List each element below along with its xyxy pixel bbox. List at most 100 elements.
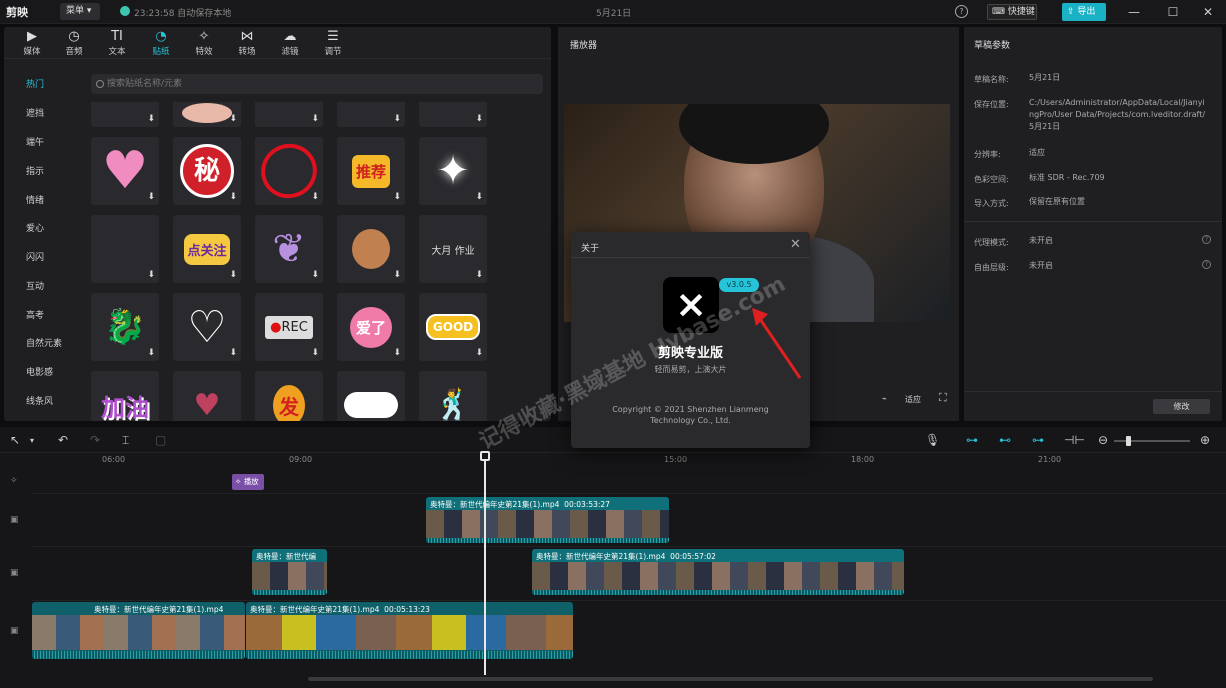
shortcut-button[interactable]: ⌨ 快捷键 <box>987 4 1037 20</box>
download-icon[interactable]: ⬇ <box>147 270 155 280</box>
playhead[interactable] <box>484 455 486 675</box>
close-icon[interactable]: ✕ <box>1200 4 1216 20</box>
category-item[interactable]: 指示 <box>26 164 44 177</box>
zoom-out-icon[interactable]: ⊖ <box>1098 433 1108 447</box>
sticker-item[interactable]: ✦ ⬇ <box>419 137 487 205</box>
download-icon[interactable]: ⬇ <box>311 114 319 124</box>
search-input[interactable]: 搜索贴纸名称/元素 <box>91 74 543 94</box>
category-item[interactable]: 爱心 <box>26 221 44 234</box>
sticker-item[interactable]: 秘 ⬇ <box>173 137 241 205</box>
download-icon[interactable]: ⬇ <box>393 270 401 280</box>
split-icon[interactable]: ⌶ <box>122 433 129 448</box>
delete-icon[interactable]: ▢ <box>155 433 166 447</box>
sticker-item[interactable]: 推荐 ⬇ <box>337 137 405 205</box>
category-item[interactable]: 热门 <box>26 77 44 90</box>
time-ruler[interactable]: 06:00 09:00 15:00 18:00 21:00 <box>32 453 1226 467</box>
modify-button[interactable]: 修改 <box>1153 399 1210 414</box>
download-icon[interactable]: ⬇ <box>229 270 237 280</box>
sticker-item[interactable]: ♥ ⬇ <box>91 137 159 205</box>
sticker-item[interactable]: 发 <box>255 371 323 421</box>
sticker-item[interactable] <box>337 371 405 421</box>
category-item[interactable]: 自然元素 <box>26 336 62 349</box>
chevron-down-icon[interactable]: ▾ <box>30 436 34 445</box>
download-icon[interactable]: ⬇ <box>311 348 319 358</box>
video-clip[interactable]: 奥特曼：新世代编年史第21集(1).mp4 00:03:53:27 <box>426 497 669 543</box>
sticker-item[interactable]: ⬇ <box>173 102 241 127</box>
main-track-clip[interactable]: 奥特曼：新世代编年史第21集(1).mp4 00:05:13:23 <box>246 602 573 659</box>
category-item[interactable]: 电影感 <box>26 365 53 378</box>
redo-icon[interactable]: ↷ <box>90 433 100 447</box>
info-icon[interactable]: ? <box>1202 235 1211 244</box>
sticker-item[interactable]: 点关注 ⬇ <box>173 215 241 283</box>
download-icon[interactable]: ⬇ <box>475 270 483 280</box>
menu-button[interactable]: 菜单 ▾ <box>60 3 100 20</box>
main-track-clip[interactable]: 奥特曼：新世代编年史第21集(1).mp4 <box>32 602 245 659</box>
category-item[interactable]: 线条风 <box>26 394 53 407</box>
sticker-item[interactable]: ✓⬇ <box>255 102 323 127</box>
sticker-item[interactable]: ●REC ⬇ <box>255 293 323 361</box>
sticker-item[interactable]: 加油 <box>91 371 159 421</box>
link-icon[interactable]: ⊷ <box>999 433 1011 447</box>
download-icon[interactable]: ⬇ <box>475 114 483 124</box>
close-icon[interactable]: ✕ <box>790 237 801 252</box>
download-icon[interactable]: ⬇ <box>475 192 483 202</box>
category-item[interactable]: 端午 <box>26 135 44 148</box>
select-cursor-icon[interactable]: ↖ <box>10 433 20 447</box>
download-icon[interactable]: ⬇ <box>311 270 319 280</box>
sticker-item[interactable]: 大月 作业 ⬇ <box>419 215 487 283</box>
download-icon[interactable]: ⬇ <box>147 114 155 124</box>
download-icon[interactable]: ⬇ <box>229 192 237 202</box>
download-icon[interactable]: ⬇ <box>475 348 483 358</box>
effect-clip[interactable]: ✧ 播放 <box>232 474 264 490</box>
help-icon[interactable]: ? <box>955 5 968 18</box>
tab-filter[interactable]: ☁ 滤镜 <box>268 29 312 59</box>
sticker-item[interactable]: ⬇ <box>91 215 159 283</box>
tab-media[interactable]: ▶ 媒体 <box>10 29 54 59</box>
download-icon[interactable]: ⬇ <box>393 114 401 124</box>
fullscreen-icon[interactable]: ⛶ <box>939 391 947 405</box>
tab-text[interactable]: TI 文本 <box>95 29 139 59</box>
timeline-scrollbar[interactable] <box>308 677 1153 681</box>
download-icon[interactable]: ⬇ <box>393 192 401 202</box>
download-icon[interactable]: ⬇ <box>311 192 319 202</box>
sticker-item[interactable]: ··⬇ <box>337 102 405 127</box>
sticker-item[interactable]: ⬇ <box>337 215 405 283</box>
tab-adjust[interactable]: ☰ 调节 <box>311 29 355 59</box>
sticker-item[interactable]: ·⬇ <box>419 102 487 127</box>
sticker-item[interactable]: 爱了 ⬇ <box>337 293 405 361</box>
zoom-in-icon[interactable]: ⊕ <box>1200 433 1210 447</box>
tab-sticker[interactable]: ◔ 贴纸 <box>139 29 183 59</box>
video-clip[interactable]: 奥特曼：新世代编年史第21集(1).mp4 00:05:57:02 <box>532 549 904 595</box>
sticker-item[interactable]: ♥ <box>173 371 241 421</box>
category-item[interactable]: 高考 <box>26 308 44 321</box>
download-icon[interactable]: ⬇ <box>393 348 401 358</box>
align-icon[interactable]: ⊣⊢ <box>1064 433 1085 447</box>
sticker-item[interactable]: 🐉 ⬇ <box>91 293 159 361</box>
download-icon[interactable]: ⬇ <box>147 348 155 358</box>
zoom-slider-handle[interactable] <box>1126 436 1131 446</box>
download-icon[interactable]: ⬇ <box>147 192 155 202</box>
sticker-item[interactable]: GOOD ⬇ <box>419 293 487 361</box>
sticker-item[interactable]: ⬇ <box>255 137 323 205</box>
sticker-item[interactable]: 🕺 <box>419 371 487 421</box>
sticker-item[interactable]: ❦ ⬇ <box>255 215 323 283</box>
waveform-icon[interactable]: ⌁ <box>882 394 887 403</box>
tab-effects[interactable]: ✧ 特效 <box>182 29 226 59</box>
info-icon[interactable]: ? <box>1202 260 1211 269</box>
preview-axis-icon[interactable]: ⊶ <box>1032 433 1044 447</box>
microphone-icon[interactable]: 🎙 <box>925 433 940 447</box>
download-icon[interactable]: ⬇ <box>229 114 237 124</box>
video-clip[interactable]: 奥特曼：新世代编 <box>252 549 327 595</box>
category-item[interactable]: 遮挡 <box>26 106 44 119</box>
tab-audio[interactable]: ◷ 音频 <box>52 29 96 59</box>
category-item[interactable]: 情绪 <box>26 193 44 206</box>
sticker-item[interactable]: ♡ ⬇ <box>173 293 241 361</box>
ratio-button[interactable]: 适应 <box>905 394 921 405</box>
maximize-icon[interactable]: ☐ <box>1165 4 1181 20</box>
sticker-item[interactable]: ♥♥⬇ <box>91 102 159 127</box>
export-button[interactable]: ⇪ 导出 <box>1062 3 1106 21</box>
download-icon[interactable]: ⬇ <box>229 348 237 358</box>
auto-snap-icon[interactable]: ⊶ <box>966 433 978 447</box>
minimize-icon[interactable]: — <box>1126 4 1142 20</box>
undo-icon[interactable]: ↶ <box>58 433 68 447</box>
